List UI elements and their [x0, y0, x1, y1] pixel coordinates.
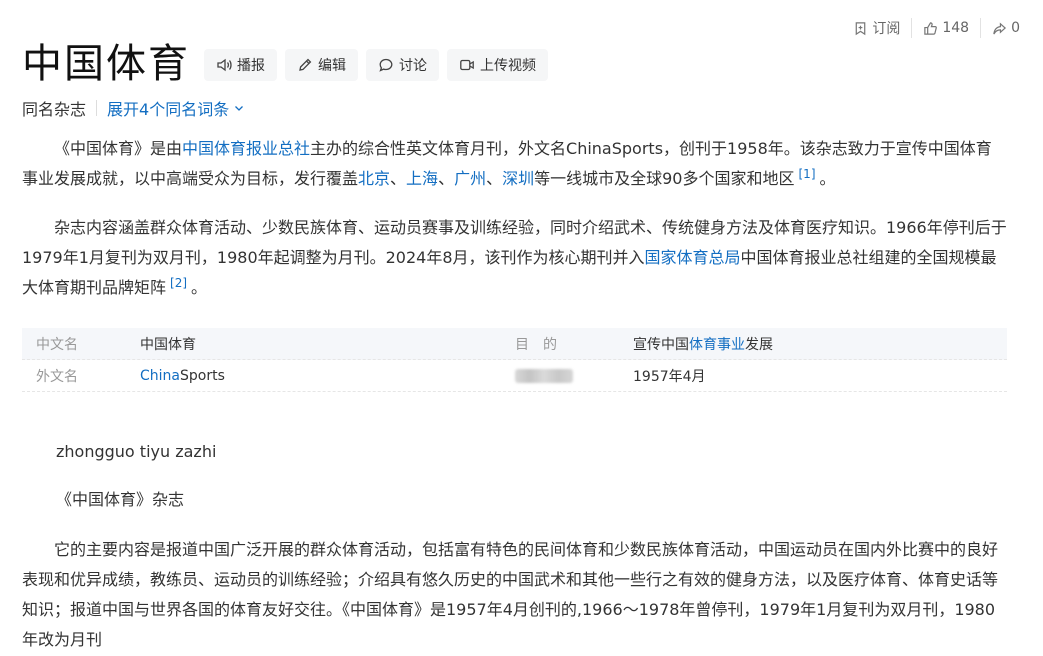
page-title: 中国体育: [22, 41, 190, 87]
text: 等一线城市及全球90多个国家和地区: [534, 169, 795, 188]
text: Sports: [180, 367, 225, 384]
title-row: 中国体育 播报 编辑 讨论 上传视频: [22, 38, 548, 90]
text: 、: [438, 169, 455, 188]
link-publisher[interactable]: 中国体育报业总社: [182, 139, 310, 158]
summary-paragraph-2: 杂志内容涵盖群众体育活动、少数民族体育、运动员赛事及训练经验，同时介绍武术、传统…: [22, 213, 1007, 303]
reference-1[interactable]: [1]: [799, 167, 816, 181]
link-china[interactable]: China: [140, 368, 180, 384]
chevron-down-icon: [235, 106, 244, 111]
divider: [96, 100, 98, 116]
edit-button[interactable]: 编辑: [285, 49, 358, 81]
text: 。: [191, 278, 208, 297]
same-name-label: 同名杂志: [22, 100, 87, 119]
info-value-foreign-name: ChinaSports: [140, 368, 515, 384]
info-key-chinese-name: 中文名: [36, 336, 78, 353]
thumbs-up-icon: [924, 21, 938, 35]
info-row: 中文名 中国体育 目 的 宣传中国体育事业发展: [22, 328, 1007, 360]
share-button[interactable]: 0: [981, 18, 1031, 38]
summary-paragraph-1: 《中国体育》是由中国体育报业总社主办的综合性英文体育月刊，外文名ChinaSpo…: [22, 134, 1007, 194]
discuss-button[interactable]: 讨论: [366, 49, 439, 81]
video-icon: [460, 59, 474, 71]
link-sports-cause[interactable]: 体育事业: [689, 337, 745, 353]
play-label: 播报: [237, 58, 265, 74]
info-value-purpose: 宣传中国体育事业发展: [633, 334, 1007, 354]
basic-info-table: 中文名 中国体育 目 的 宣传中国体育事业发展 外文名 ChinaSports …: [22, 328, 1007, 392]
like-count: 148: [942, 20, 970, 36]
info-value-founded: 1957年4月: [633, 368, 706, 385]
text: 、: [390, 169, 407, 188]
bookmark-icon: [856, 21, 866, 35]
top-actions: 订阅 148 0: [842, 18, 1031, 38]
link-general-administration[interactable]: 国家体育总局: [645, 248, 741, 267]
like-button[interactable]: 148: [912, 18, 980, 38]
text: 、: [486, 169, 503, 188]
link-shenzhen[interactable]: 深圳: [502, 169, 534, 188]
body-paragraph: 它的主要内容是报道中国广泛开展的群众体育活动，包括富有特色的民间体育和少数民族体…: [22, 535, 1007, 655]
text: 发展: [745, 336, 773, 353]
play-button[interactable]: 播报: [204, 49, 277, 81]
share-icon: [993, 21, 1007, 34]
info-value-chinese-name: 中国体育: [140, 336, 196, 353]
text: 它的主要内容是报道中国广泛开展的群众体育活动，包括富有特色的民间体育和少数民族体…: [22, 540, 999, 649]
expand-label: 展开4个同名词条: [107, 100, 230, 119]
link-guangzhou[interactable]: 广州: [454, 169, 486, 188]
pencil-icon: [299, 58, 312, 71]
info-row: 外文名 ChinaSports 1957年4月: [22, 360, 1007, 392]
reference-2[interactable]: [2]: [170, 276, 187, 290]
blurred-label: [515, 368, 573, 383]
share-count: 0: [1011, 20, 1020, 36]
info-key-purpose: 目 的: [515, 336, 557, 353]
edit-label: 编辑: [318, 58, 346, 74]
info-key-blurred: [515, 368, 633, 384]
title-buttons: 播报 编辑 讨论 上传视频: [204, 49, 548, 81]
discuss-label: 讨论: [399, 58, 427, 74]
text: 宣传中国: [633, 336, 689, 353]
magazine-name-text: 《中国体育》杂志: [56, 490, 185, 509]
link-beijing[interactable]: 北京: [358, 169, 390, 188]
subtitle-row: 同名杂志 展开4个同名词条: [22, 96, 245, 120]
chat-bubble-icon: [379, 58, 393, 72]
expand-same-name-link[interactable]: 展开4个同名词条: [107, 96, 245, 120]
text: 。: [819, 169, 836, 188]
subscribe-button[interactable]: 订阅: [842, 18, 911, 38]
text: 《中国体育》是由: [54, 139, 183, 158]
pinyin-text: zhongguo tiyu zazhi: [56, 442, 217, 461]
link-shanghai[interactable]: 上海: [406, 169, 438, 188]
upload-video-button[interactable]: 上传视频: [447, 49, 548, 81]
speaker-icon: [217, 58, 232, 72]
info-key-foreign-name: 外文名: [36, 368, 78, 385]
subscribe-label: 订阅: [872, 21, 901, 37]
upload-video-label: 上传视频: [480, 58, 536, 74]
